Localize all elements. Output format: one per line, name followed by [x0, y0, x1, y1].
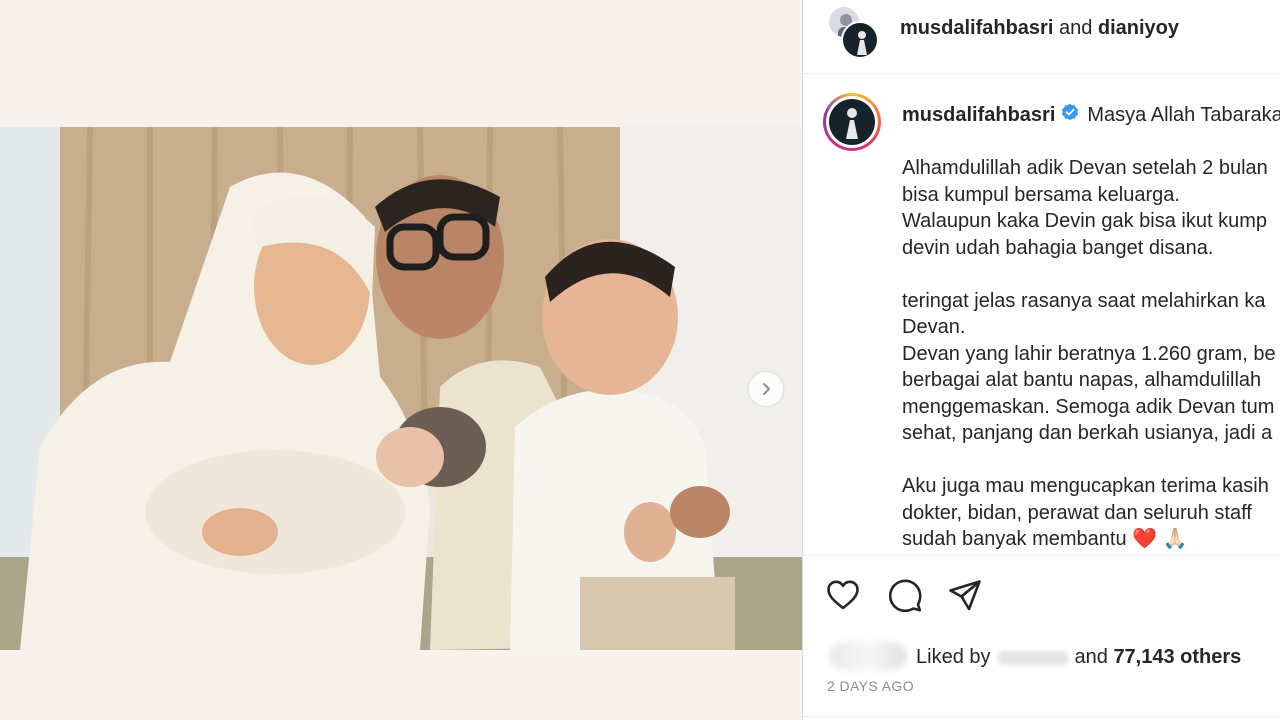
- caption-first-text: Masya Allah Tabaraka: [1087, 103, 1280, 126]
- comment-button[interactable]: [887, 577, 923, 613]
- caption-section: musdalifahbasri Masya Allah Tabaraka Alh…: [803, 75, 1280, 555]
- story-ring-avatar[interactable]: [823, 93, 881, 151]
- post-header: musdalifahbasri and dianiyoy: [803, 0, 1280, 74]
- next-media-button[interactable]: [749, 372, 783, 406]
- likes-count[interactable]: 77,143 others: [1113, 646, 1241, 668]
- verified-badge-icon: [1061, 103, 1079, 127]
- caption-first-line: musdalifahbasri Masya Allah Tabaraka: [902, 103, 1280, 127]
- heart-icon: [827, 580, 859, 610]
- collab-avatars[interactable]: [827, 5, 879, 59]
- caption-username[interactable]: musdalifahbasri: [902, 104, 1055, 127]
- caption-body: Alhamdulillah adik Devan setelah 2 bulan…: [902, 157, 1276, 550]
- likes-text[interactable]: Liked by and 77,143 others: [916, 646, 1241, 669]
- comment-icon: [888, 579, 922, 613]
- username-link[interactable]: musdalifahbasri: [900, 17, 1053, 39]
- section-divider: [803, 555, 1280, 556]
- username-link[interactable]: dianiyoy: [1098, 17, 1179, 39]
- likes-summary: Liked by and 77,143 others: [825, 640, 1265, 674]
- liked-by-avatars[interactable]: [829, 642, 907, 670]
- section-divider: [803, 716, 1280, 717]
- post-details-pane: musdalifahbasri and dianiyoy musdalifahb…: [803, 0, 1280, 720]
- share-icon: [949, 580, 981, 611]
- post-photo[interactable]: [0, 127, 802, 650]
- chevron-right-icon: [763, 383, 770, 395]
- post-timestamp[interactable]: 2 DAYS AGO: [827, 678, 914, 694]
- avatar: [841, 21, 879, 59]
- like-button[interactable]: [825, 577, 861, 613]
- collab-usernames: musdalifahbasri and dianiyoy: [900, 17, 1179, 40]
- blurred-username: [996, 650, 1069, 665]
- avatar: [829, 99, 875, 145]
- likes-prefix: Liked by: [916, 646, 991, 668]
- post-media-pane: [0, 0, 802, 720]
- share-button[interactable]: [947, 577, 983, 613]
- connector-text: and: [1058, 17, 1093, 39]
- likes-connector: and: [1074, 646, 1108, 668]
